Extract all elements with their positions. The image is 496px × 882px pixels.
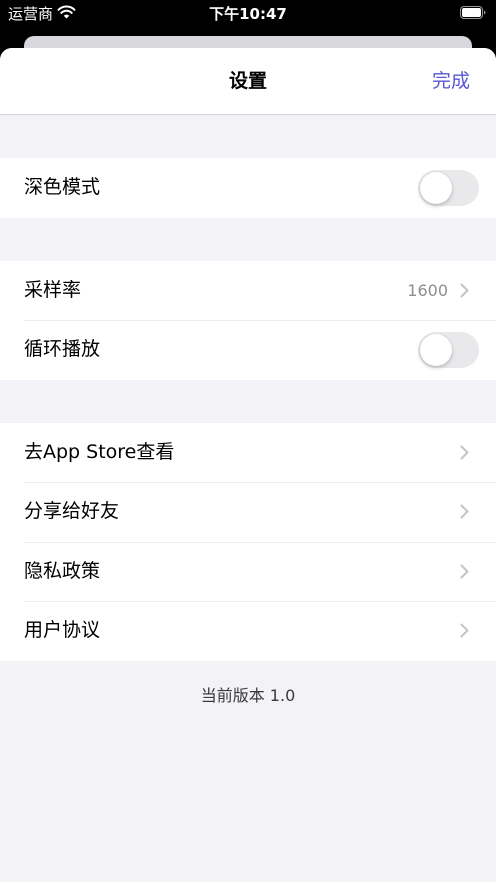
- sample-rate-value: 1600: [407, 280, 448, 300]
- chevron-right-icon: [460, 445, 469, 459]
- settings-row-sample-rate[interactable]: 采样率 1600: [0, 261, 496, 321]
- settings-row-loop-playback: 循环播放: [0, 320, 496, 380]
- done-button[interactable]: 完成: [432, 48, 470, 114]
- battery-level-fill: [462, 8, 481, 17]
- settings-row-share[interactable]: 分享给好友: [0, 482, 496, 542]
- loop-playback-toggle[interactable]: [418, 331, 479, 368]
- battery-icon: [460, 6, 486, 19]
- chevron-right-icon: [460, 623, 469, 638]
- appearance-section: 深色模式: [0, 158, 496, 218]
- settings-row-user-agreement[interactable]: 用户协议: [0, 601, 496, 661]
- row-label: 深色模式: [24, 176, 101, 198]
- toggle-knob: [420, 333, 452, 366]
- playback-section: 采样率 1600 循环播放: [0, 260, 496, 380]
- settings-row-app-store[interactable]: 去App Store查看: [0, 423, 496, 483]
- chevron-right-icon: [460, 283, 469, 297]
- row-label: 隐私政策: [24, 559, 101, 582]
- page-title: 设置: [228, 70, 267, 92]
- settings-row-privacy-policy[interactable]: 隐私政策: [0, 541, 496, 602]
- settings-sheet: 设置 完成 深色模式 采样率 1600 循环播放 去App Store查看 分享…: [0, 48, 496, 882]
- row-label: 用户协议: [24, 619, 101, 641]
- status-bar: 运营商 下午10:47: [0, 0, 496, 30]
- navigation-bar: 设置 完成: [0, 48, 496, 115]
- chevron-right-icon: [460, 504, 469, 519]
- row-label: 去App Store查看: [24, 440, 175, 463]
- dark-mode-toggle[interactable]: [418, 169, 479, 206]
- toggle-knob: [420, 171, 452, 204]
- chevron-right-icon: [460, 564, 469, 578]
- version-label: 当前版本 1.0: [200, 685, 296, 705]
- row-label: 采样率: [24, 278, 82, 301]
- row-label: 分享给好友: [24, 500, 120, 522]
- settings-row-dark-mode: 深色模式: [0, 158, 496, 218]
- status-time: 下午10:47: [209, 5, 287, 23]
- row-label: 循环播放: [24, 338, 101, 360]
- about-section: 去App Store查看 分享给好友 隐私政策 用户协议: [0, 422, 496, 661]
